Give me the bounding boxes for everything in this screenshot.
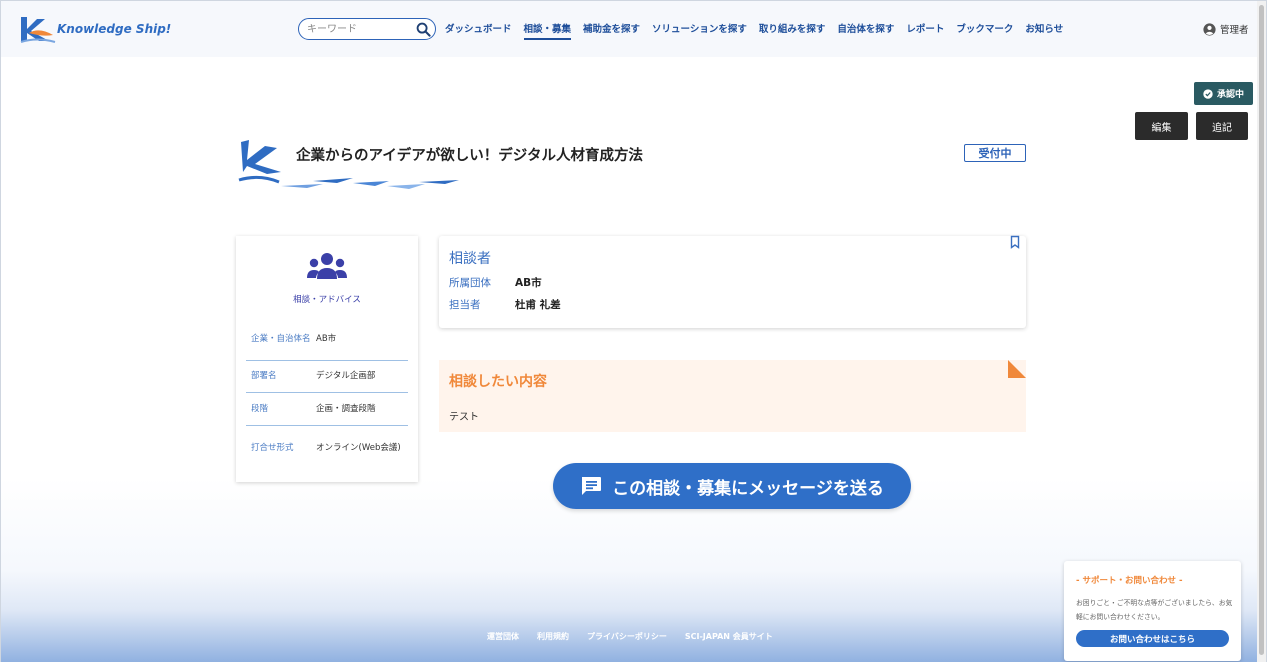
user-menu[interactable]: 管理者: [1203, 22, 1249, 36]
scrollbar[interactable]: [1257, 1, 1266, 662]
search-input[interactable]: [307, 21, 415, 37]
info-key: 企業・自治体名: [251, 334, 311, 344]
header: Knowledge Ship! ダッシュボード 相談・募集 補助金を探す ソリュ…: [1, 1, 1258, 57]
support-title: - サポート・お問い合わせ -: [1076, 576, 1183, 586]
append-button[interactable]: 追記: [1196, 112, 1248, 140]
info-row: 部署名 デジタル企画部: [246, 361, 408, 393]
info-value: デジタル企画部: [316, 371, 376, 381]
summary-card: 相談・アドバイス 企業・自治体名 AB市 部署名 デジタル企画部 段階 企画・調…: [236, 236, 418, 482]
support-text: お困りごと・ご不明な点等がございましたら、お気軽にお問い合わせください。: [1076, 599, 1233, 621]
footer-link-operator[interactable]: 運営団体: [487, 631, 519, 642]
nav-dashboard[interactable]: ダッシュボード: [445, 21, 512, 40]
bookmark-icon[interactable]: [1007, 234, 1023, 250]
nav-subsidy[interactable]: 補助金を探す: [583, 21, 640, 40]
check-circle-icon: [1203, 88, 1213, 99]
info-key: 打合せ形式: [251, 442, 294, 453]
approval-status-badge[interactable]: 承認中: [1194, 82, 1253, 105]
consultant-key: 担当者: [449, 299, 481, 311]
nav-solution[interactable]: ソリューションを探す: [652, 21, 747, 40]
category-label: 相談・アドバイス: [293, 295, 361, 305]
approval-label: 承認中: [1216, 90, 1244, 100]
info-value: 企画・調査段階: [316, 403, 376, 414]
nav-consultation[interactable]: 相談・募集: [523, 21, 572, 40]
footer-links: 運営団体 利用規約 プライバシーポリシー SCI-JAPAN 会員サイト: [487, 631, 791, 642]
content-title: 相談したい内容: [449, 374, 547, 390]
footer-link-member-site[interactable]: SCI-JAPAN 会員サイト: [685, 631, 773, 642]
info-row: 企業・自治体名 AB市: [246, 319, 408, 361]
search-box[interactable]: [298, 18, 436, 40]
consultant-value: 杜甫 礼差: [515, 299, 561, 311]
consultant-row: 担当者 杜甫 礼差: [449, 297, 561, 312]
page-title: 企業からのアイデアが欲しい！デジタル人材育成方法: [296, 148, 643, 164]
users-group-icon: [307, 253, 347, 279]
corner-fold-icon: [1008, 360, 1026, 378]
message-icon: [582, 477, 602, 495]
info-key: 段階: [251, 403, 269, 414]
info-value: オンライン(Web会議): [316, 442, 401, 453]
nav-initiative[interactable]: 取り組みを探す: [759, 21, 826, 40]
consultant-title: 相談者: [449, 251, 491, 267]
nav-municipality[interactable]: 自治体を探す: [837, 21, 894, 40]
scrollbar-thumb[interactable]: [1259, 5, 1264, 655]
contact-button[interactable]: お問い合わせはこちら: [1076, 630, 1229, 647]
info-row: 段階 企画・調査段階: [246, 393, 408, 426]
footer-link-privacy[interactable]: プライバシーポリシー: [587, 631, 667, 642]
consultant-row: 所属団体 AB市: [449, 275, 542, 290]
send-message-label: この相談・募集にメッセージを送る: [612, 478, 884, 499]
info-row: 打合せ形式 オンライン(Web会議): [246, 426, 408, 470]
consultant-value: AB市: [515, 277, 542, 289]
search-icon[interactable]: [416, 22, 431, 37]
footer-link-terms[interactable]: 利用規約: [537, 631, 569, 642]
info-key: 部署名: [251, 371, 277, 381]
status-badge: 受付中: [964, 144, 1026, 162]
user-name: 管理者: [1220, 25, 1249, 36]
info-value: AB市: [316, 334, 337, 344]
nav-bookmark[interactable]: ブックマーク: [956, 21, 1013, 40]
consultation-content: 相談したい内容 テスト: [439, 360, 1026, 432]
user-account-icon: [1203, 22, 1216, 36]
nav-report[interactable]: レポート: [906, 21, 944, 40]
nav-notice[interactable]: お知らせ: [1025, 21, 1063, 40]
send-message-button[interactable]: この相談・募集にメッセージを送る: [553, 463, 911, 509]
content-text: テスト: [449, 412, 479, 423]
consultant-card: 相談者 所属団体 AB市 担当者 杜甫 礼差: [439, 234, 1026, 328]
consultant-key: 所属団体: [449, 277, 491, 289]
edit-button[interactable]: 編集: [1135, 112, 1188, 140]
support-widget: - サポート・お問い合わせ - お困りごと・ご不明な点等がございましたら、お気軽…: [1064, 561, 1241, 661]
logo-text[interactable]: Knowledge Ship!: [57, 22, 171, 36]
main-nav: ダッシュボード 相談・募集 補助金を探す ソリューションを探す 取り組みを探す …: [445, 21, 1075, 40]
